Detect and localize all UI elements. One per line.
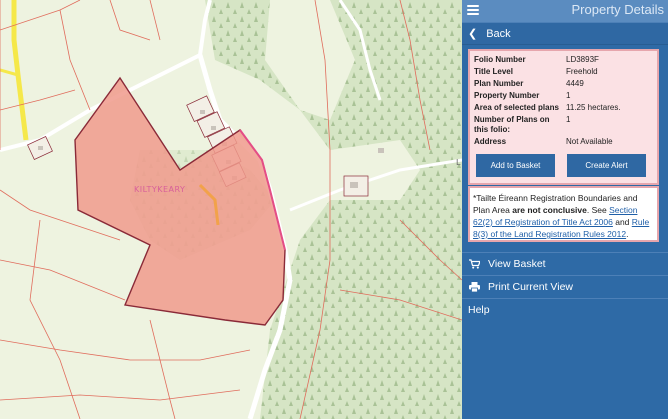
- printer-icon: [468, 282, 480, 292]
- map-canvas[interactable]: KILTYKEARY L: [0, 0, 462, 419]
- detail-value: Not Available: [566, 137, 613, 146]
- help-label: Help: [468, 304, 490, 316]
- panel-header: Property Details: [462, 0, 668, 22]
- view-basket-menu-item[interactable]: View Basket: [468, 258, 546, 270]
- print-label: Print Current View: [488, 281, 574, 293]
- edge-label: L: [456, 158, 461, 167]
- detail-value: Freehold: [566, 67, 598, 76]
- detail-row: Address Not Available: [472, 137, 623, 149]
- disclaimer-text: and: [612, 217, 632, 227]
- detail-label: Property Number: [474, 91, 540, 100]
- detail-value: 1: [566, 91, 571, 100]
- detail-row: Area of selected plans 11.25 hectares.: [472, 103, 623, 115]
- disclaimer-text: . See: [586, 205, 610, 215]
- detail-row: Number of Plans on this folio: 1: [472, 115, 623, 137]
- disclaimer-box: *Tailte Éireann Registration Boundaries …: [468, 186, 659, 242]
- divider: [462, 252, 668, 253]
- panel-title: Property Details: [571, 2, 664, 17]
- detail-value: 4449: [566, 79, 584, 88]
- detail-label: Plan Number: [474, 79, 524, 88]
- details-table: Folio Number LD3893F Title Level Freehold …: [472, 55, 623, 149]
- divider: [462, 275, 668, 276]
- help-menu-item[interactable]: Help: [468, 304, 490, 316]
- detail-row: Title Level Freehold: [472, 67, 623, 79]
- detail-label: Number of Plans on this folio:: [474, 115, 550, 134]
- add-to-basket-button[interactable]: Add to Basket: [476, 154, 555, 177]
- create-alert-button[interactable]: Create Alert: [567, 154, 646, 177]
- detail-value: 1: [566, 115, 571, 124]
- chevron-left-icon: ❮: [468, 28, 478, 40]
- print-current-view-menu-item[interactable]: Print Current View: [468, 281, 573, 293]
- detail-row: Property Number 1: [472, 91, 623, 103]
- detail-value: 11.25 hectares.: [566, 103, 621, 112]
- hamburger-menu-icon[interactable]: [467, 3, 479, 17]
- back-button[interactable]: ❮ Back: [462, 22, 668, 45]
- property-details-panel: Property Details ❮ Back Folio Number LD38…: [462, 0, 668, 419]
- detail-label: Title Level: [474, 67, 513, 76]
- detail-value: LD3893F: [566, 55, 599, 64]
- townland-label: KILTYKEARY: [134, 185, 185, 194]
- detail-label: Address: [474, 137, 507, 146]
- detail-label: Folio Number: [474, 55, 526, 64]
- basket-icon: [468, 259, 480, 269]
- detail-row: Plan Number 4449: [472, 79, 623, 91]
- detail-label: Area of selected plans: [474, 103, 559, 112]
- disclaimer-text: .: [626, 229, 629, 239]
- back-label: Back: [486, 27, 511, 40]
- view-basket-label: View Basket: [488, 258, 546, 270]
- property-details-card: Folio Number LD3893F Title Level Freehold …: [468, 49, 659, 185]
- detail-row: Folio Number LD3893F: [472, 55, 623, 67]
- divider: [462, 298, 668, 299]
- disclaimer-bold: are not conclusive: [512, 205, 587, 215]
- map-view[interactable]: KILTYKEARY L: [0, 0, 462, 419]
